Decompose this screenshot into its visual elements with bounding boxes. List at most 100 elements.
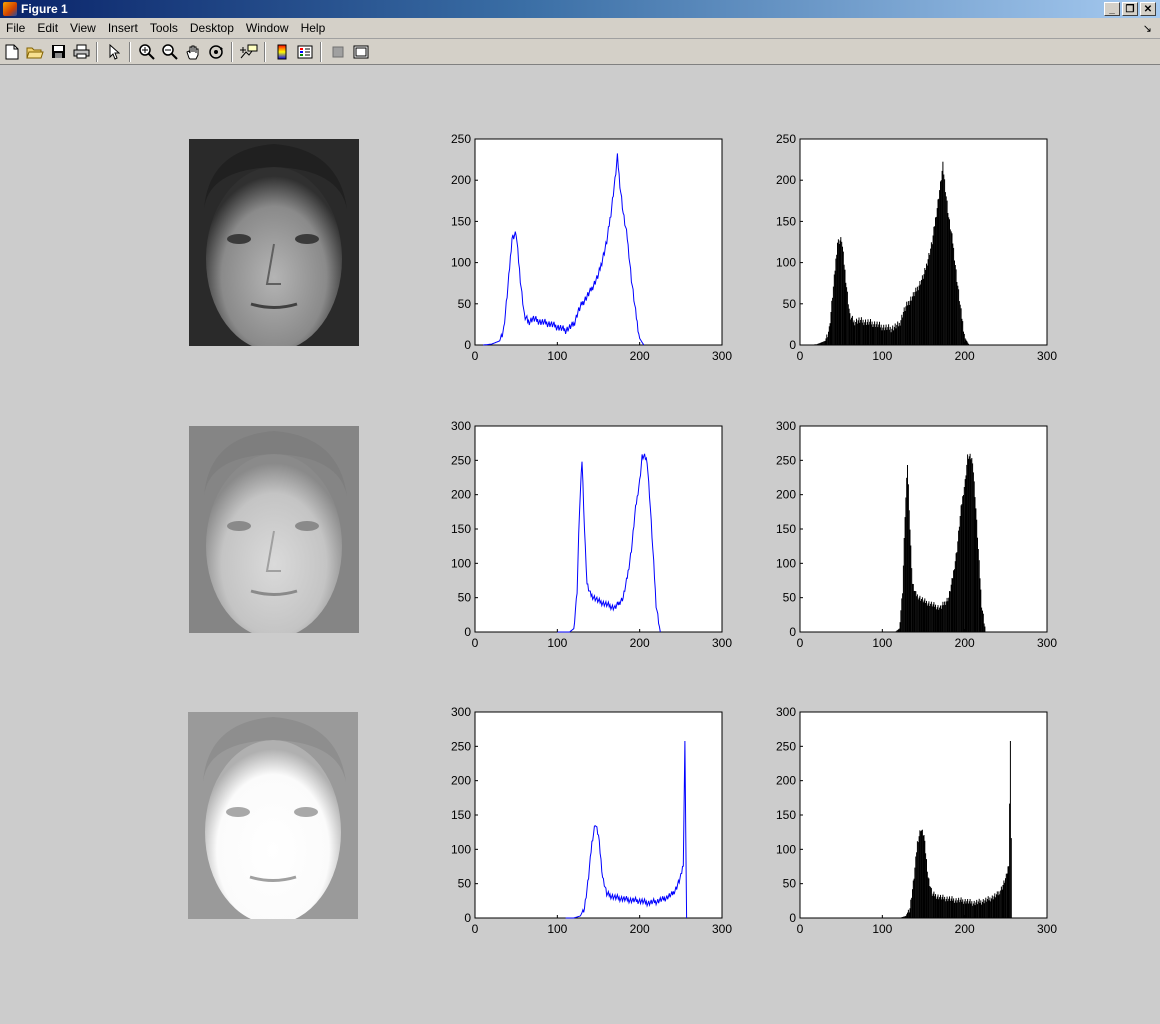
menu-view[interactable]: View — [64, 21, 102, 35]
histogram-bar-plot-3: 0 100 200 300 0 50 100 150 200 250 300 — [776, 705, 1057, 936]
histogram-bar — [925, 269, 927, 345]
histogram-bar — [945, 899, 947, 918]
x-tick-label: 300 — [712, 636, 732, 650]
histogram-bar — [925, 603, 927, 632]
histogram-bar — [977, 549, 979, 632]
y-tick-label: 50 — [783, 297, 797, 311]
toolbar-separator — [129, 41, 131, 62]
histogram-bar — [963, 487, 965, 632]
y-tick-label: 200 — [451, 173, 471, 187]
menu-desktop[interactable]: Desktop — [184, 21, 240, 35]
histogram-bar — [917, 842, 919, 918]
histogram-bar — [865, 319, 866, 345]
x-tick-label: 100 — [547, 922, 567, 936]
y-tick-label: 0 — [789, 625, 796, 639]
histogram-bar — [939, 190, 941, 345]
histogram-bar — [949, 591, 951, 632]
menu-help[interactable]: Help — [295, 21, 332, 35]
pan-hand-icon[interactable] — [182, 41, 204, 63]
legend-icon[interactable] — [294, 41, 316, 63]
histogram-bar — [1009, 741, 1011, 918]
save-icon[interactable] — [47, 41, 69, 63]
menu-file[interactable]: File — [0, 21, 31, 35]
face-image-brightened — [189, 426, 359, 633]
x-tick-label: 0 — [472, 922, 479, 936]
histogram-bar — [1005, 873, 1007, 918]
face-photo — [188, 712, 358, 919]
figure-toolbar — [0, 39, 1160, 65]
histogram-bar — [959, 899, 961, 918]
window-title: Figure 1 — [21, 2, 68, 16]
close-button[interactable]: ✕ — [1140, 2, 1156, 16]
y-tick-label: 200 — [451, 774, 471, 788]
histogram-bar — [921, 599, 922, 632]
menu-window[interactable]: Window — [240, 21, 295, 35]
histogram-bar — [953, 898, 955, 918]
menu-insert[interactable]: Insert — [102, 21, 144, 35]
y-tick-label: 150 — [776, 522, 796, 536]
x-tick-label: 200 — [955, 922, 975, 936]
y-tick-label: 150 — [776, 214, 796, 228]
histogram-bar — [851, 317, 852, 345]
pointer-icon[interactable] — [103, 41, 125, 63]
y-tick-label: 200 — [451, 488, 471, 502]
open-folder-icon[interactable] — [24, 41, 46, 63]
face-photo — [189, 139, 359, 346]
data-cursor-icon[interactable] — [238, 41, 260, 63]
histogram-bar — [945, 196, 947, 345]
histogram-bar — [896, 324, 898, 345]
x-tick-label: 100 — [872, 922, 892, 936]
histogram-bar — [991, 895, 993, 918]
histogram-line-plot-1: 0 100 200 300 0 50 100 150 200 250 — [451, 132, 732, 363]
minimize-button[interactable]: _ — [1104, 2, 1120, 16]
y-tick-label: 100 — [451, 842, 471, 856]
menu-edit[interactable]: Edit — [31, 21, 64, 35]
histogram-bar — [953, 247, 955, 345]
zoom-out-icon[interactable] — [159, 41, 181, 63]
histogram-bar — [956, 282, 958, 345]
y-tick-label: 200 — [776, 488, 796, 502]
histogram-bar — [949, 900, 951, 918]
histogram-bar — [815, 344, 817, 345]
show-tools-icon[interactable] — [350, 41, 372, 63]
figure-canvas: 0 100 200 300 0 50 100 150 200 250 0 100 200 300 0 50 1… — [0, 66, 1160, 1024]
histogram-bar — [829, 323, 831, 345]
menu-tools[interactable]: Tools — [144, 21, 184, 35]
toolbar-separator — [231, 41, 233, 62]
histogram-bar — [917, 599, 919, 632]
x-tick-label: 200 — [630, 922, 650, 936]
histogram-bar-plot-2: 0 100 200 300 0 50 100 150 200 250 300 — [776, 419, 1057, 650]
y-tick-label: 250 — [776, 739, 796, 753]
histogram-bar — [857, 320, 859, 345]
restore-button[interactable]: ❐ — [1122, 2, 1138, 16]
face-photo — [189, 426, 359, 633]
histogram-line-plot-3: 0 100 200 300 0 50 100 150 200 250 300 — [451, 705, 732, 936]
histogram-bar — [977, 901, 979, 918]
x-tick-label: 0 — [472, 349, 479, 363]
new-file-icon[interactable] — [1, 41, 23, 63]
colorbar-icon[interactable] — [271, 41, 293, 63]
y-tick-label: 250 — [451, 453, 471, 467]
face-image-saturated — [188, 712, 358, 919]
zoom-in-icon[interactable] — [136, 41, 158, 63]
histogram-bar — [956, 902, 958, 918]
x-tick-label: 300 — [1037, 636, 1057, 650]
histogram-bar — [984, 900, 986, 918]
histogram-bar — [959, 304, 961, 345]
histogram-bar — [846, 291, 848, 345]
histogram-bar — [843, 264, 845, 345]
dock-arrow-icon[interactable]: ↘ — [1143, 22, 1152, 35]
histogram-bar — [921, 830, 922, 918]
histogram-bar — [981, 904, 983, 918]
x-tick-label: 0 — [472, 636, 479, 650]
y-tick-label: 250 — [451, 739, 471, 753]
histogram-bar — [935, 217, 936, 345]
print-icon[interactable] — [70, 41, 92, 63]
histogram-bar — [910, 899, 912, 918]
rotate-3d-icon[interactable] — [205, 41, 227, 63]
histogram-bar — [931, 895, 933, 918]
x-tick-label: 300 — [1037, 349, 1057, 363]
y-tick-label: 50 — [458, 297, 472, 311]
histogram-bar — [818, 343, 820, 345]
hide-tools-icon[interactable] — [327, 41, 349, 63]
